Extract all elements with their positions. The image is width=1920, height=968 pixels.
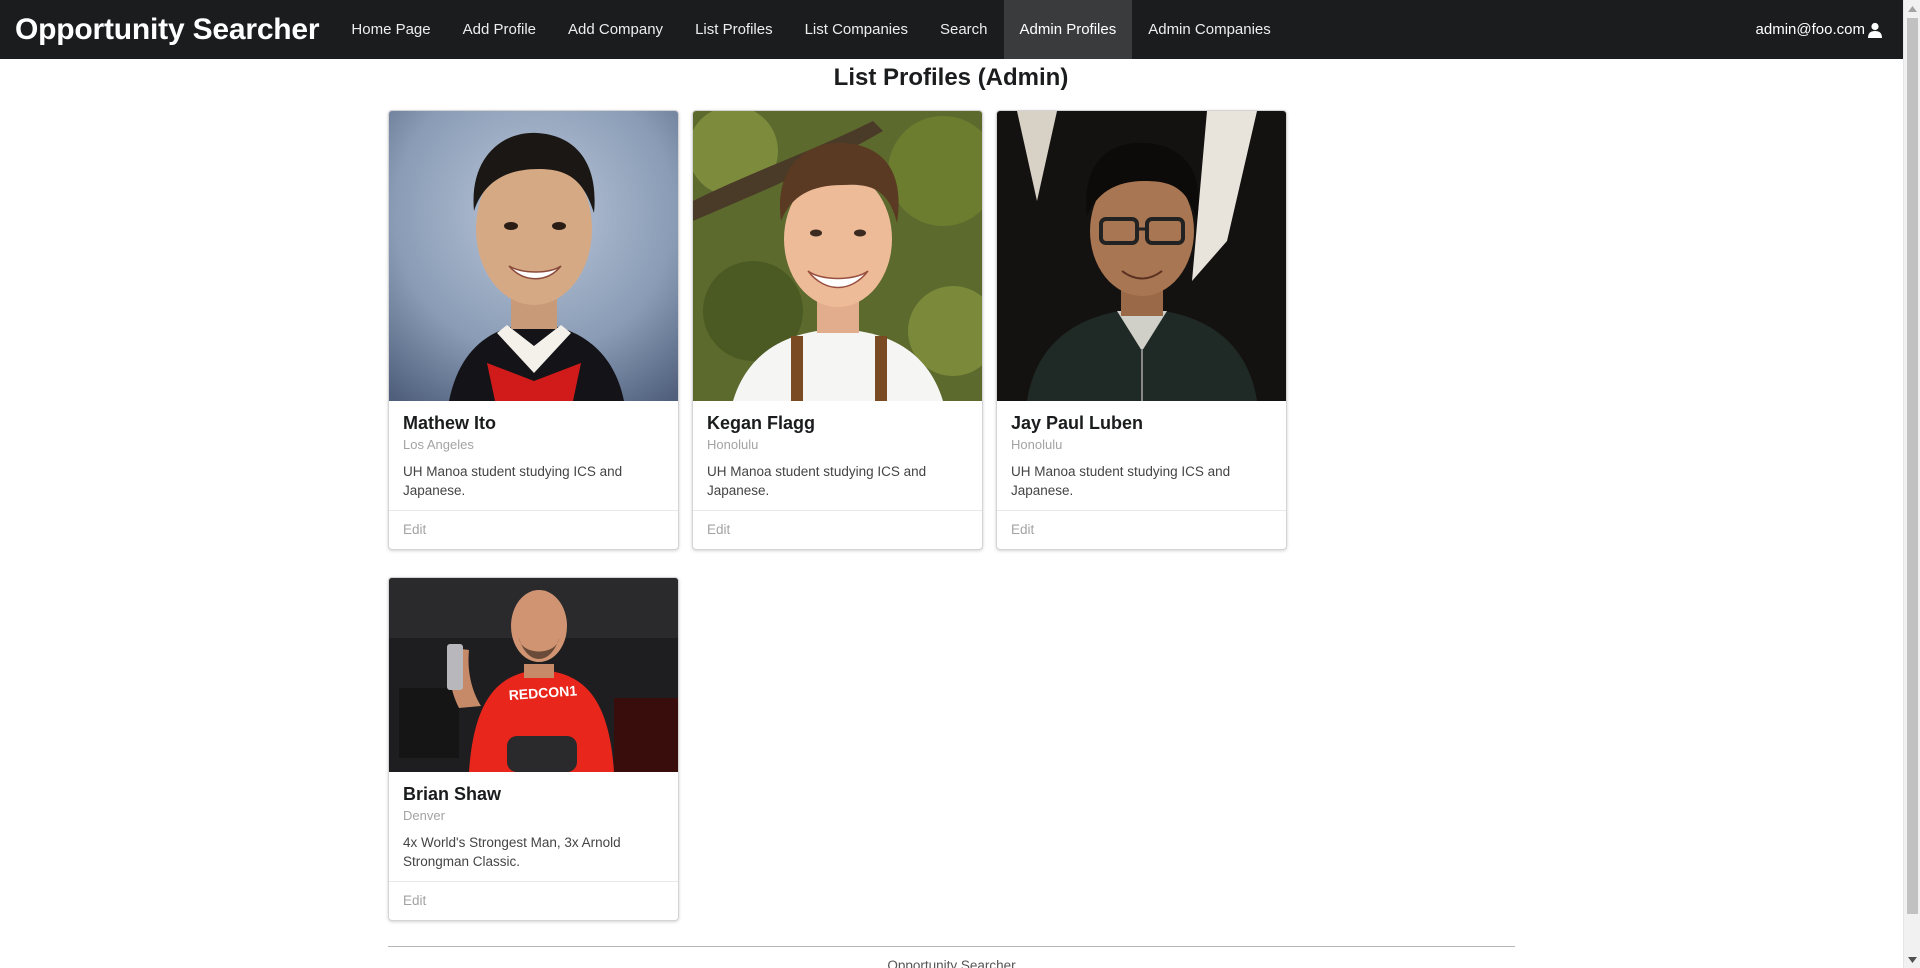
nav-add-profile[interactable]: Add Profile (447, 0, 552, 59)
nav-search[interactable]: Search (924, 0, 1004, 59)
profile-photo (389, 111, 678, 401)
profile-name: Brian Shaw (403, 784, 502, 804)
profile-photo (997, 111, 1286, 401)
nav-list-companies[interactable]: List Companies (789, 0, 924, 59)
top-navbar: Opportunity Searcher Home Page Add Profi… (0, 0, 1903, 59)
profile-location: Honolulu (707, 437, 759, 452)
profile-name: Jay Paul Luben (1011, 413, 1144, 433)
profile-card: Mathew Ito Los Angeles UH Manoa student … (388, 110, 679, 550)
edit-link[interactable]: Edit (693, 510, 982, 549)
scroll-up-arrow-icon[interactable] (1904, 0, 1920, 17)
nav-admin-profiles[interactable]: Admin Profiles (1003, 0, 1133, 59)
profile-photo: REDCON1 (389, 578, 678, 772)
profile-description: UH Manoa student studying ICS and Japane… (1011, 464, 1231, 498)
profile-location: Honolulu (1011, 437, 1063, 452)
profile-card: Jay Paul Luben Honolulu UH Manoa student… (996, 110, 1287, 550)
edit-link[interactable]: Edit (997, 510, 1286, 549)
profile-photo (693, 111, 982, 401)
scroll-thumb[interactable] (1907, 18, 1918, 914)
scroll-down-arrow-icon[interactable] (1904, 951, 1920, 968)
profile-location: Denver (403, 808, 445, 823)
footer-text: Opportunity Searcher (887, 958, 1016, 968)
edit-link[interactable]: Edit (389, 510, 678, 549)
profile-name: Kegan Flagg (707, 413, 816, 433)
user-dropdown[interactable]: admin@foo.com (1740, 0, 1903, 59)
page-title: List Profiles (Admin) (833, 64, 1069, 91)
profile-name: Mathew Ito (403, 413, 496, 433)
profile-description: UH Manoa student studying ICS and Japane… (707, 464, 927, 498)
nav-admin-companies[interactable]: Admin Companies (1132, 0, 1287, 59)
edit-link[interactable]: Edit (389, 881, 678, 920)
user-email: admin@foo.com (1755, 21, 1865, 38)
profile-description: UH Manoa student studying ICS and Japane… (403, 464, 623, 498)
profile-description: 4x World's Strongest Man, 3x Arnold Stro… (403, 835, 621, 869)
nav-add-company[interactable]: Add Company (552, 0, 679, 59)
profile-card: Kegan Flagg Honolulu UH Manoa student st… (692, 110, 983, 550)
nav-list-profiles[interactable]: List Profiles (679, 0, 789, 59)
nav-home-page[interactable]: Home Page (335, 0, 446, 59)
profile-location: Los Angeles (403, 437, 474, 452)
brand-title[interactable]: Opportunity Searcher (0, 0, 335, 59)
profile-card: REDCON1 Brian Shaw Denver 4x World's Str… (388, 577, 679, 921)
page-scrollbar[interactable] (1903, 0, 1920, 968)
user-icon (1867, 22, 1883, 38)
footer-divider (388, 946, 1515, 947)
